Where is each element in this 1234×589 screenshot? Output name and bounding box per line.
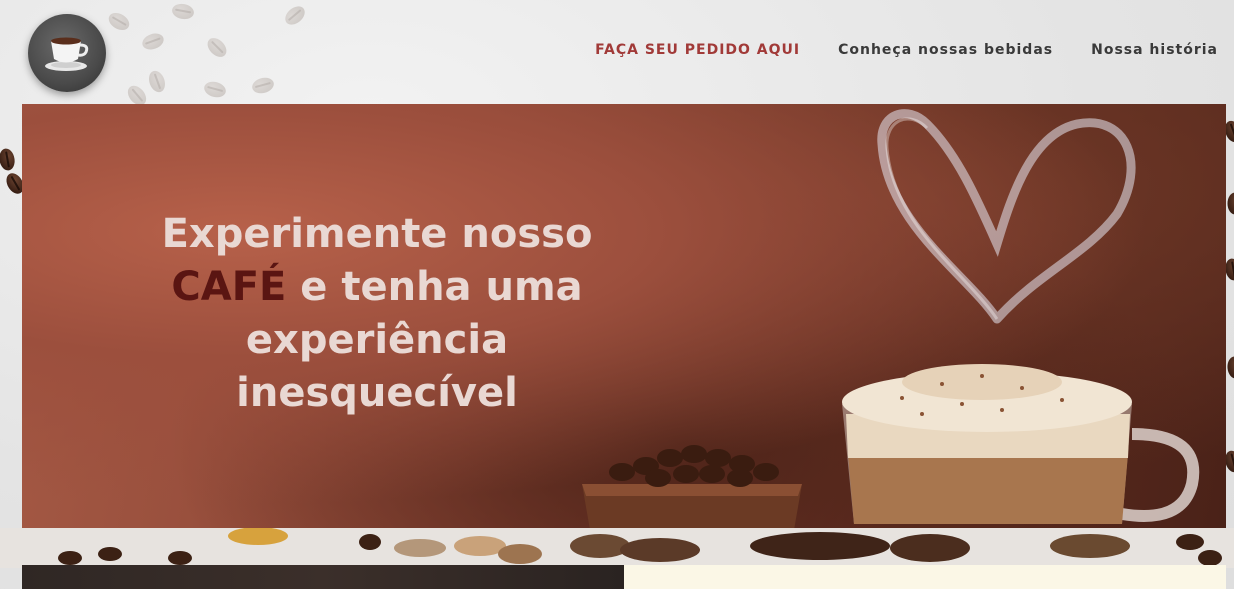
coffee-beans-bowl-image [582, 445, 802, 528]
cappuccino-cup-image [842, 364, 1200, 524]
coffee-bean-decoration [0, 147, 17, 172]
coffee-cup-icon [45, 37, 89, 71]
hero-banner: Experimente nosso CAFÉ e tenha uma exper… [22, 104, 1226, 528]
section-card-left [22, 565, 624, 589]
main-nav: FAÇA SEU PEDIDO AQUI Conheça nossas bebi… [595, 42, 1218, 58]
hero-title-line4: inesquecível [236, 370, 518, 416]
logo[interactable] [28, 14, 106, 92]
section-card-right [624, 565, 1226, 589]
hero-title-line3: experiência [245, 317, 509, 363]
nav-history-link[interactable]: Nossa história [1091, 42, 1218, 58]
beans-spices-strip-image [0, 527, 1234, 568]
hero-title-accent: CAFÉ [171, 264, 287, 310]
hero-title: Experimente nosso CAFÉ e tenha uma exper… [142, 208, 612, 420]
nav-drinks-link[interactable]: Conheça nossas bebidas [838, 42, 1053, 58]
hero-title-line1: Experimente nosso [161, 211, 593, 257]
nav-order-link[interactable]: FAÇA SEU PEDIDO AQUI [595, 42, 800, 58]
coffee-bean-decoration [1227, 192, 1234, 215]
hero-title-line2: e tenha uma [286, 264, 583, 310]
site-header: FAÇA SEU PEDIDO AQUI Conheça nossas bebi… [0, 0, 1234, 104]
coffee-bean-decoration [1226, 355, 1234, 380]
heart-steam-image [877, 109, 1136, 324]
